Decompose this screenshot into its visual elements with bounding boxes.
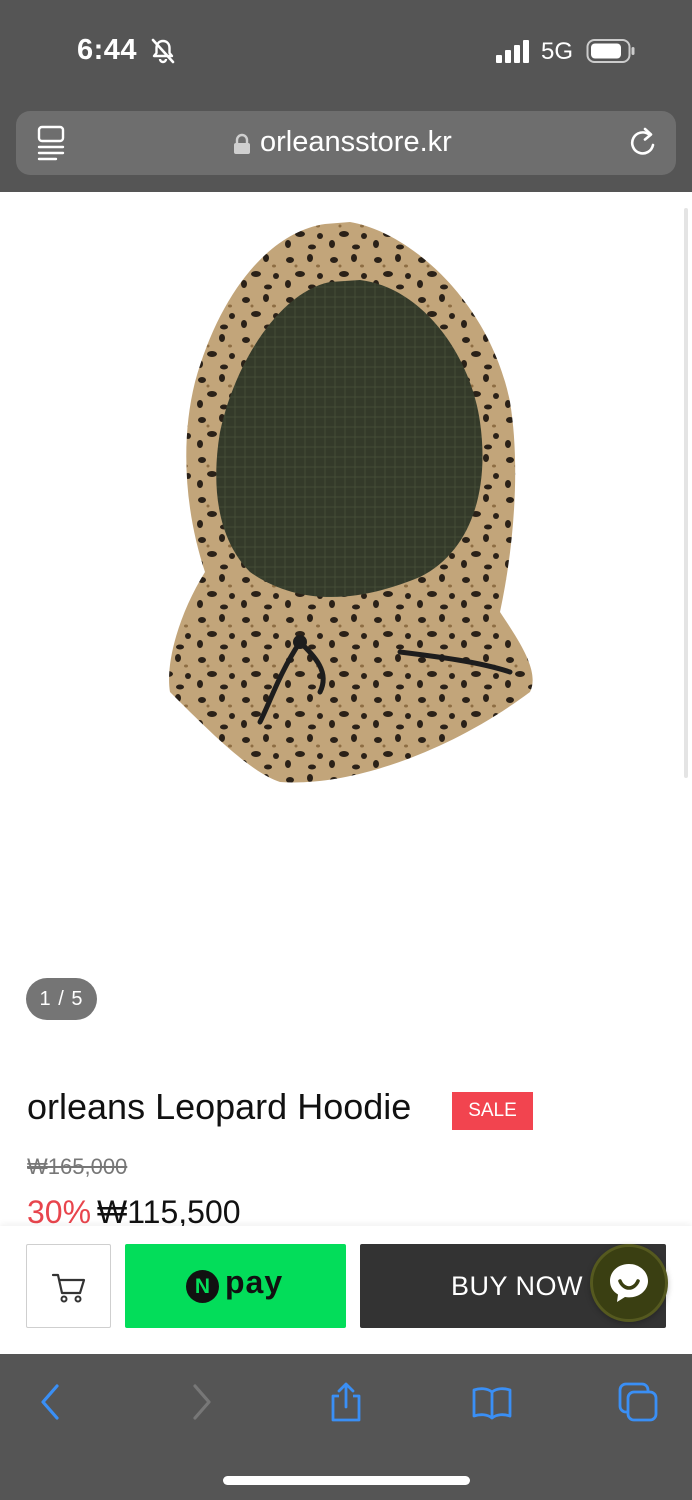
buy-now-label: BUY NOW xyxy=(451,1271,584,1301)
network-label: 5G xyxy=(541,38,574,65)
battery-icon xyxy=(586,39,635,63)
share-icon[interactable] xyxy=(326,1382,366,1422)
reload-icon[interactable] xyxy=(626,126,660,160)
sale-badge: SALE xyxy=(452,1092,533,1130)
lock-icon xyxy=(234,133,250,154)
browser-bottom-toolbar xyxy=(0,1354,692,1500)
original-price: ₩165,000 xyxy=(27,1154,128,1179)
signal-icon xyxy=(496,40,529,63)
bookmarks-icon[interactable] xyxy=(472,1382,512,1422)
cart-icon xyxy=(51,1273,86,1303)
bell-muted-icon xyxy=(151,38,175,64)
product-page: 1 / 5 orleans Leopard Hoodie SALE ₩165,0… xyxy=(0,192,692,1226)
purchase-action-bar: N pay BUY NOW xyxy=(0,1226,692,1354)
discount-percent: 30% xyxy=(27,1194,92,1226)
product-title: orleans Leopard Hoodie xyxy=(27,1086,412,1127)
scroll-indicator xyxy=(684,208,688,778)
reader-icon[interactable] xyxy=(36,125,68,161)
naver-pay-button[interactable]: N pay xyxy=(125,1244,346,1328)
chat-icon xyxy=(610,1264,648,1302)
tabs-icon[interactable] xyxy=(618,1382,658,1422)
forward-icon[interactable] xyxy=(181,1382,221,1422)
add-to-cart-button[interactable] xyxy=(26,1244,111,1328)
product-image[interactable] xyxy=(150,212,550,792)
address-bar[interactable]: orleansstore.kr xyxy=(16,111,676,175)
npay-logo-mark: N xyxy=(186,1270,219,1303)
url-text[interactable]: orleansstore.kr xyxy=(260,126,452,159)
sale-price: ₩115,500 xyxy=(97,1194,241,1226)
npay-label: pay xyxy=(225,1264,284,1300)
image-counter: 1 / 5 xyxy=(26,978,97,1020)
home-indicator xyxy=(223,1476,470,1485)
price-row: 30% ₩115,500 xyxy=(27,1194,241,1226)
browser-top-chrome: 6:44 5G orleansstore.kr xyxy=(0,0,692,192)
chat-button[interactable] xyxy=(590,1244,668,1322)
status-time: 6:44 xyxy=(77,34,138,66)
back-icon[interactable] xyxy=(31,1382,71,1422)
